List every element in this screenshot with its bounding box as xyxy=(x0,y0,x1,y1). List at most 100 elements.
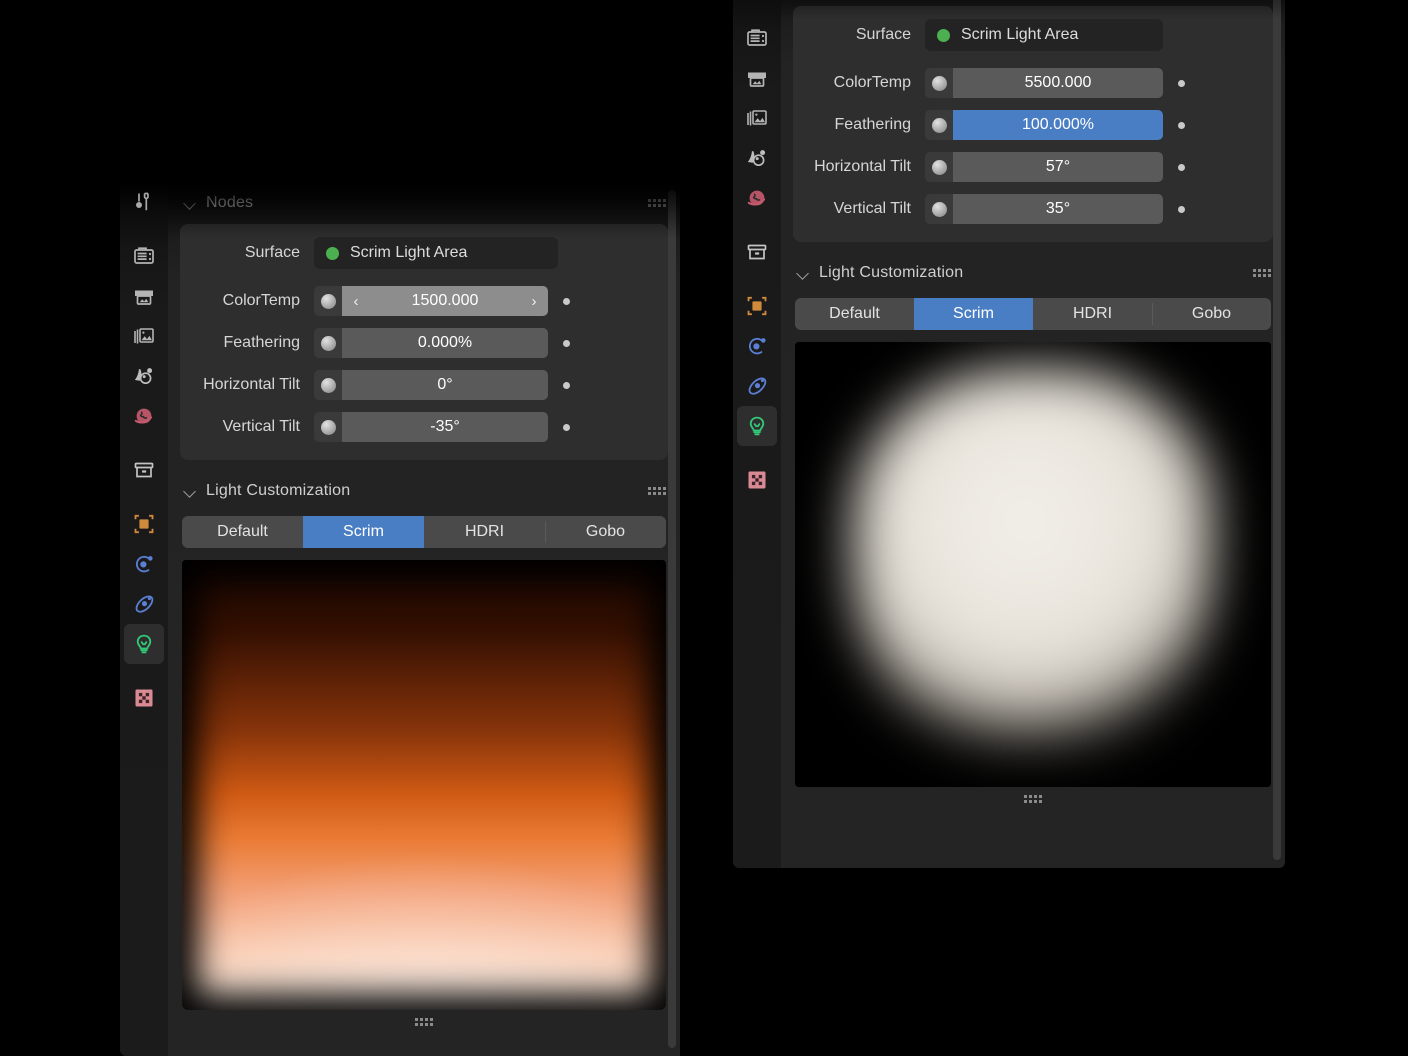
decrement-arrow-icon[interactable]: ‹ xyxy=(344,286,368,316)
light-customization-header[interactable]: Light Customization xyxy=(781,252,1285,294)
surface-value-field[interactable]: Scrim Light Area xyxy=(925,19,1163,51)
feathering-value-field[interactable]: 100.000% xyxy=(953,110,1163,140)
feathering-keyframe-dot[interactable] xyxy=(1178,122,1185,129)
sidebar-item-particles[interactable] xyxy=(124,584,164,624)
right-properties-window: Nodes Surface Scrim Light Area ColorTemp xyxy=(733,0,1285,868)
horizontal-tilt-keyframe-dot[interactable] xyxy=(563,382,570,389)
chevron-down-icon[interactable] xyxy=(182,195,198,211)
left-properties-window: Nodes Surface Scrim Light Area ColorTemp xyxy=(120,182,680,1056)
feathering-toggle-knob[interactable] xyxy=(314,328,342,358)
sidebar-item-material[interactable] xyxy=(737,138,777,178)
horizontal-tilt-value: 0° xyxy=(437,376,452,394)
sidebar-item-scene[interactable] xyxy=(737,232,777,272)
feathering-value-field[interactable]: 0.000% xyxy=(342,328,548,358)
preview-resize-handle[interactable] xyxy=(182,1010,666,1032)
sidebar-item-particles[interactable] xyxy=(737,366,777,406)
surface-value: Scrim Light Area xyxy=(961,26,1078,44)
tab-scrim[interactable]: Scrim xyxy=(914,298,1033,330)
horizontal-tilt-value-field[interactable]: 0° xyxy=(342,370,548,400)
tab-default[interactable]: Default xyxy=(182,516,303,548)
scrim-preview-white[interactable] xyxy=(795,342,1271,787)
light-mode-tabs[interactable]: Default Scrim HDRI Gobo xyxy=(795,298,1271,330)
colortemp-value-field[interactable]: 5500.000 xyxy=(953,68,1163,98)
sidebar-item-camera[interactable] xyxy=(124,236,164,276)
vertical-tilt-value-field[interactable]: -35° xyxy=(342,412,548,442)
sidebar-item-texture[interactable] xyxy=(737,460,777,500)
surface-row: Surface Scrim Light Area xyxy=(194,236,654,270)
light-mode-tabs[interactable]: Default Scrim HDRI Gobo xyxy=(182,516,666,548)
property-row-colortemp: ColorTemp ‹ 1500.000 › xyxy=(194,284,654,318)
sidebar-item-texture[interactable] xyxy=(124,678,164,718)
sidebar-item-tools[interactable] xyxy=(737,0,777,4)
sidebar-item-render-output[interactable] xyxy=(124,276,164,316)
colortemp-label: ColorTemp xyxy=(807,74,925,92)
chevron-down-icon[interactable] xyxy=(182,483,198,499)
colortemp-toggle-knob[interactable] xyxy=(925,68,953,98)
sidebar-item-world[interactable] xyxy=(124,396,164,436)
light-bulb-icon xyxy=(131,631,157,657)
left-sidebar-rail[interactable] xyxy=(120,182,168,1056)
sidebar-item-images[interactable] xyxy=(124,316,164,356)
sidebar-item-world[interactable] xyxy=(737,178,777,218)
vertical-tilt-value-field[interactable]: 35° xyxy=(953,194,1163,224)
tab-default[interactable]: Default xyxy=(795,298,914,330)
vertical-scrollbar[interactable] xyxy=(668,190,676,1048)
vertical-tilt-keyframe-dot[interactable] xyxy=(1178,206,1185,213)
colortemp-value-field[interactable]: ‹ 1500.000 › xyxy=(342,286,548,316)
physics-orbit-icon xyxy=(131,551,157,577)
tab-gobo[interactable]: Gobo xyxy=(545,516,666,548)
property-row-horizontal-tilt: Horizontal Tilt 57° xyxy=(807,150,1259,184)
vertical-tilt-label: Vertical Tilt xyxy=(194,418,314,436)
horizontal-tilt-toggle-knob[interactable] xyxy=(925,152,953,182)
nodes-section-header[interactable]: Nodes xyxy=(168,182,680,224)
tab-hdri[interactable]: HDRI xyxy=(424,516,545,548)
surface-value-field[interactable]: Scrim Light Area xyxy=(314,237,558,269)
panel-drag-handle[interactable] xyxy=(1253,269,1271,277)
sidebar-item-light[interactable] xyxy=(124,624,164,664)
feathering-keyframe-dot[interactable] xyxy=(563,340,570,347)
panel-drag-handle[interactable] xyxy=(648,487,666,495)
sidebar-item-scene[interactable] xyxy=(124,450,164,490)
physics-orbit-icon xyxy=(744,333,770,359)
sidebar-item-render-output[interactable] xyxy=(737,58,777,98)
vertical-tilt-toggle-knob[interactable] xyxy=(314,412,342,442)
vertical-tilt-keyframe-dot[interactable] xyxy=(563,424,570,431)
surface-row: Surface Scrim Light Area xyxy=(807,18,1259,52)
scrim-gradient-orange xyxy=(182,560,666,1010)
horizontal-tilt-toggle-knob[interactable] xyxy=(314,370,342,400)
preview-resize-handle[interactable] xyxy=(795,787,1271,809)
light-customization-title: Light Customization xyxy=(206,482,350,500)
light-bulb-icon xyxy=(744,413,770,439)
sidebar-item-physics[interactable] xyxy=(737,326,777,366)
property-row-colortemp: ColorTemp 5500.000 xyxy=(807,66,1259,100)
sidebar-item-physics[interactable] xyxy=(124,544,164,584)
sidebar-item-object[interactable] xyxy=(124,504,164,544)
colortemp-keyframe-dot[interactable] xyxy=(563,298,570,305)
chevron-down-icon[interactable] xyxy=(795,265,811,281)
sidebar-item-material[interactable] xyxy=(124,356,164,396)
horizontal-tilt-value-field[interactable]: 57° xyxy=(953,152,1163,182)
sidebar-item-camera[interactable] xyxy=(737,18,777,58)
nodes-section-header[interactable]: Nodes xyxy=(781,0,1285,6)
vertical-tilt-value: -35° xyxy=(430,418,460,436)
colortemp-keyframe-dot[interactable] xyxy=(1178,80,1185,87)
sidebar-item-light[interactable] xyxy=(737,406,777,446)
vertical-tilt-toggle-knob[interactable] xyxy=(925,194,953,224)
sidebar-item-tools[interactable] xyxy=(124,182,164,222)
feathering-toggle-knob[interactable] xyxy=(925,110,953,140)
right-sidebar-rail[interactable] xyxy=(733,0,781,868)
scrim-gradient-white xyxy=(795,342,1271,787)
camera-icon xyxy=(131,243,157,269)
scrim-preview-orange[interactable] xyxy=(182,560,666,1010)
panel-drag-handle[interactable] xyxy=(648,199,666,207)
sidebar-item-images[interactable] xyxy=(737,98,777,138)
colortemp-toggle-knob[interactable] xyxy=(314,286,342,316)
increment-arrow-icon[interactable]: › xyxy=(522,286,546,316)
light-customization-header[interactable]: Light Customization xyxy=(168,470,680,512)
sidebar-item-object[interactable] xyxy=(737,286,777,326)
vertical-scrollbar[interactable] xyxy=(1273,0,1281,860)
tab-scrim[interactable]: Scrim xyxy=(303,516,424,548)
horizontal-tilt-keyframe-dot[interactable] xyxy=(1178,164,1185,171)
tab-hdri[interactable]: HDRI xyxy=(1033,298,1152,330)
tab-gobo[interactable]: Gobo xyxy=(1152,298,1271,330)
